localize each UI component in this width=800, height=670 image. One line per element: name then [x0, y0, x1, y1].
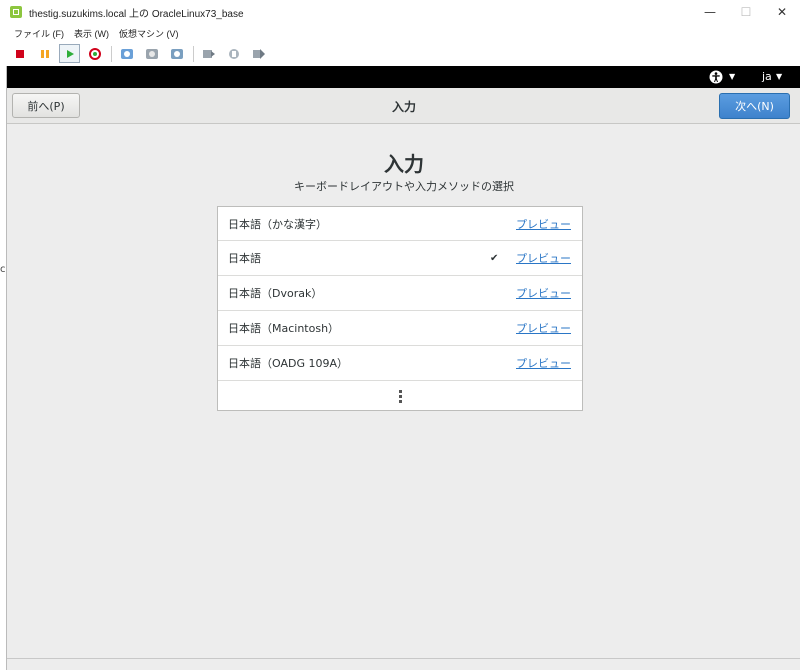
reset-icon[interactable] — [84, 44, 105, 63]
list-item[interactable]: 日本語（OADG 109A） プレビュー — [218, 346, 582, 381]
language-indicator[interactable]: ja — [762, 70, 772, 83]
snapshot-manage-icon[interactable] — [141, 44, 162, 63]
minimize-button[interactable]: — — [692, 0, 728, 24]
list-item[interactable]: 日本語（Dvorak） プレビュー — [218, 276, 582, 311]
menu-view[interactable]: 表示 (W) — [74, 27, 109, 40]
pause-icon[interactable] — [34, 44, 55, 63]
header-title: 入力 — [391, 100, 416, 114]
input-source-list: 日本語（かな漢字） プレビュー 日本語 ✔ プレビュー 日本語（Dvorak） … — [217, 206, 583, 411]
list-item[interactable]: 日本語 ✔ プレビュー — [218, 241, 582, 276]
more-vertical-icon — [398, 389, 402, 403]
fullscreen-icon[interactable] — [248, 44, 269, 63]
vmware-app-icon — [10, 6, 22, 18]
close-button[interactable]: ✕ — [764, 0, 800, 24]
menu-vm[interactable]: 仮想マシン (V) — [119, 27, 179, 40]
stop-icon[interactable] — [9, 44, 30, 63]
divider — [7, 658, 800, 659]
page-subtitle: キーボードレイアウトや入力メソッドの選択 — [294, 180, 514, 193]
next-button[interactable]: 次へ(N) — [719, 93, 790, 119]
preview-link[interactable]: プレビュー — [516, 285, 571, 301]
show-more-button[interactable] — [218, 381, 582, 411]
setup-header: 前へ(P) 入力 次へ(N) — [7, 88, 800, 124]
snapshot-revert-icon[interactable] — [166, 44, 187, 63]
input-source-label: 日本語（かな漢字） — [228, 217, 327, 231]
toolbar-separator — [193, 45, 194, 62]
menu-file[interactable]: ファイル (F) — [14, 27, 64, 40]
language-chevron-down-icon[interactable]: ▼ — [776, 72, 782, 81]
window-titlebar[interactable]: thestig.suzukims.local 上の OracleLinux73_… — [0, 0, 800, 24]
menu-bar: ファイル (F) 表示 (W) 仮想マシン (V) — [0, 24, 800, 42]
input-source-label: 日本語（Macintosh） — [228, 322, 340, 335]
snapshot-icon[interactable] — [116, 44, 137, 63]
input-source-label: 日本語 — [228, 252, 261, 265]
list-item[interactable]: 日本語（かな漢字） プレビュー — [218, 207, 582, 241]
play-icon[interactable] — [59, 44, 80, 63]
preview-link[interactable]: プレビュー — [516, 320, 571, 336]
vm-toolbar — [0, 42, 800, 65]
input-source-label: 日本語（OADG 109A） — [228, 357, 349, 370]
gnome-top-bar: ▼ ja ▼ — [7, 66, 800, 88]
send-keys-icon[interactable] — [198, 44, 219, 63]
input-source-label: 日本語（Dvorak） — [228, 287, 323, 300]
preview-link[interactable]: プレビュー — [516, 250, 571, 266]
vm-console[interactable]: ▼ ja ▼ 前へ(P) 入力 次へ(N) 入力 キーボードレイアウトや入力メソ… — [6, 66, 800, 670]
accessibility-icon[interactable] — [709, 70, 723, 84]
preview-link[interactable]: プレビュー — [516, 355, 571, 371]
page-title: 入力 — [384, 152, 424, 176]
accessibility-chevron-down-icon[interactable]: ▼ — [729, 72, 735, 81]
window-title: thestig.suzukims.local 上の OracleLinux73_… — [29, 8, 244, 20]
usb-icon[interactable] — [223, 44, 244, 63]
toolbar-separator — [111, 45, 112, 62]
maximize-button[interactable]: ☐ — [728, 0, 764, 24]
left-edge-text: c — [0, 264, 6, 275]
checkmark-icon: ✔ — [490, 252, 499, 264]
list-item[interactable]: 日本語（Macintosh） プレビュー — [218, 311, 582, 346]
preview-link[interactable]: プレビュー — [516, 216, 571, 232]
